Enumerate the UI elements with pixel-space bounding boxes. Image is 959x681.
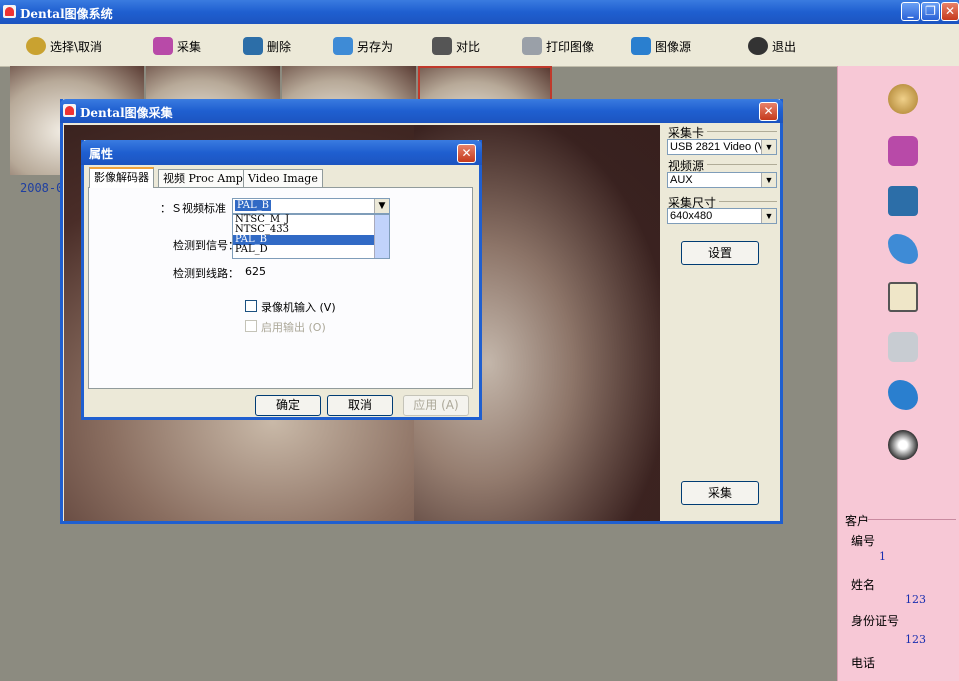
image-source-icon[interactable] bbox=[888, 380, 918, 410]
settings-button[interactable]: 设置 bbox=[681, 241, 759, 265]
signal-detected-label: 检测到信号： bbox=[173, 239, 239, 252]
film-reel-icon[interactable] bbox=[888, 84, 918, 114]
lines-detected-label: 检测到线路： bbox=[173, 267, 239, 280]
capture-close-button[interactable]: ✕ bbox=[759, 102, 778, 121]
toolbar-image-source-button[interactable]: 图像源 bbox=[631, 36, 691, 56]
restore-button[interactable]: ❐ bbox=[921, 2, 940, 21]
toolbar-print-button[interactable]: 打印图像 bbox=[522, 36, 594, 56]
customer-id-label: 编号 bbox=[851, 534, 876, 548]
properties-close-button[interactable]: ✕ bbox=[457, 144, 476, 163]
delete-icon[interactable] bbox=[888, 186, 918, 216]
toolbar-compare-button[interactable]: 对比 bbox=[432, 36, 480, 56]
compare-icon bbox=[432, 37, 452, 55]
dropdown-scrollbar[interactable] bbox=[374, 215, 389, 258]
video-standard-label: ：Ｓ视频标准（ bbox=[160, 202, 237, 215]
capture-icon[interactable] bbox=[888, 136, 918, 166]
toolbar-label: 图像源 bbox=[655, 39, 692, 54]
capture-card-select[interactable]: USB 2821 Video (V ▼ bbox=[667, 139, 777, 155]
lines-detected-value: 625 bbox=[245, 265, 266, 278]
toolbar-label: 选择\取消 bbox=[50, 39, 103, 54]
app-title: Dental图像系统 bbox=[20, 7, 113, 21]
group-divider bbox=[707, 131, 777, 132]
delete-icon bbox=[243, 37, 263, 55]
save-as-icon bbox=[333, 37, 353, 55]
chevron-down-icon: ▼ bbox=[761, 140, 776, 154]
exit-icon bbox=[748, 37, 768, 55]
video-source-select[interactable]: AUX ▼ bbox=[667, 172, 777, 188]
capture-size-value: 640x480 bbox=[670, 210, 713, 222]
customer-name-value: 123 bbox=[905, 593, 926, 606]
toolbar-save-as-button[interactable]: 另存为 bbox=[333, 36, 393, 56]
customer-idcard-label: 身份证号 bbox=[851, 614, 900, 628]
toolbar-label: 打印图像 bbox=[546, 39, 595, 54]
capture-icon bbox=[153, 37, 173, 55]
print-icon bbox=[522, 37, 542, 55]
video-source-value: AUX bbox=[670, 174, 693, 186]
toolbar-label: 采集 bbox=[177, 39, 202, 54]
toolbar-label: 对比 bbox=[456, 39, 481, 54]
vcr-input-checkbox[interactable] bbox=[245, 300, 257, 312]
save-as-icon[interactable] bbox=[888, 234, 918, 264]
enable-output-checkbox bbox=[245, 320, 257, 332]
select-icon bbox=[26, 37, 46, 55]
enable-output-label: 启用输出 (O) bbox=[261, 321, 326, 334]
properties-title: 属性 bbox=[89, 147, 114, 161]
app-icon bbox=[63, 104, 76, 117]
capture-size-select[interactable]: 640x480 ▼ bbox=[667, 208, 777, 224]
apply-button: 应用 (A) bbox=[403, 395, 469, 416]
close-button[interactable]: ✕ bbox=[941, 2, 959, 21]
main-title-bar: Dental图像系统 _ ❐ ✕ bbox=[0, 0, 959, 24]
toolbar-select-button[interactable]: 选择\取消 bbox=[26, 36, 102, 56]
group-divider bbox=[707, 164, 777, 165]
toolbar: 选择\取消 采集 删除 另存为 对比 打印图像 图像源 退出 bbox=[0, 24, 959, 67]
vcr-input-label: 录像机输入 (V) bbox=[261, 301, 336, 314]
customer-id-value: 1 bbox=[879, 550, 886, 563]
toolbar-label: 删除 bbox=[267, 39, 292, 54]
video-standard-select[interactable]: PAL_B ▼ bbox=[232, 198, 390, 214]
app-icon bbox=[3, 5, 16, 18]
video-standard-dropdown-list[interactable]: NTSC_M_J NTSC_433 PAL_B PAL_D bbox=[232, 214, 390, 259]
tab-video-image[interactable]: Video Image bbox=[243, 169, 323, 187]
capture-button[interactable]: 采集 bbox=[681, 481, 759, 505]
tab-video-decoder[interactable]: 影像解码器 bbox=[89, 167, 154, 188]
group-divider bbox=[719, 201, 777, 202]
print-icon[interactable] bbox=[888, 332, 918, 362]
image-source-icon bbox=[631, 37, 651, 55]
toolbar-capture-button[interactable]: 采集 bbox=[153, 36, 201, 56]
toolbar-label: 另存为 bbox=[357, 39, 394, 54]
properties-title-bar: 属性 ✕ bbox=[81, 140, 482, 165]
chevron-down-icon: ▼ bbox=[761, 209, 776, 223]
customer-idcard-value: 123 bbox=[905, 633, 926, 646]
chevron-down-icon: ▼ bbox=[374, 199, 389, 213]
video-standard-value: PAL_B bbox=[235, 200, 272, 211]
customer-divider bbox=[868, 519, 956, 520]
compare-icon[interactable] bbox=[888, 282, 918, 312]
ok-button[interactable]: 确定 bbox=[255, 395, 321, 416]
capture-window-title-bar: Dental图像采集 ✕ bbox=[60, 99, 783, 123]
toolbar-label: 退出 bbox=[772, 39, 797, 54]
exit-icon[interactable] bbox=[888, 430, 918, 460]
toolbar-delete-button[interactable]: 删除 bbox=[243, 36, 291, 56]
customer-name-label: 姓名 bbox=[851, 578, 876, 592]
chevron-down-icon: ▼ bbox=[761, 173, 776, 187]
thumbnail-date: 2008-0 bbox=[20, 181, 64, 195]
customer-phone-label: 电话 bbox=[851, 656, 876, 670]
capture-card-value: USB 2821 Video (V bbox=[670, 141, 766, 153]
minimize-button[interactable]: _ bbox=[901, 2, 920, 21]
customer-section-label: 客户 bbox=[845, 514, 870, 528]
tab-proc-amp[interactable]: 视频 Proc Amp bbox=[158, 169, 248, 187]
dropdown-option[interactable]: PAL_D bbox=[233, 245, 389, 255]
toolbar-exit-button[interactable]: 退出 bbox=[748, 36, 796, 56]
cancel-button[interactable]: 取消 bbox=[327, 395, 393, 416]
capture-window-title: Dental图像采集 bbox=[80, 106, 173, 120]
